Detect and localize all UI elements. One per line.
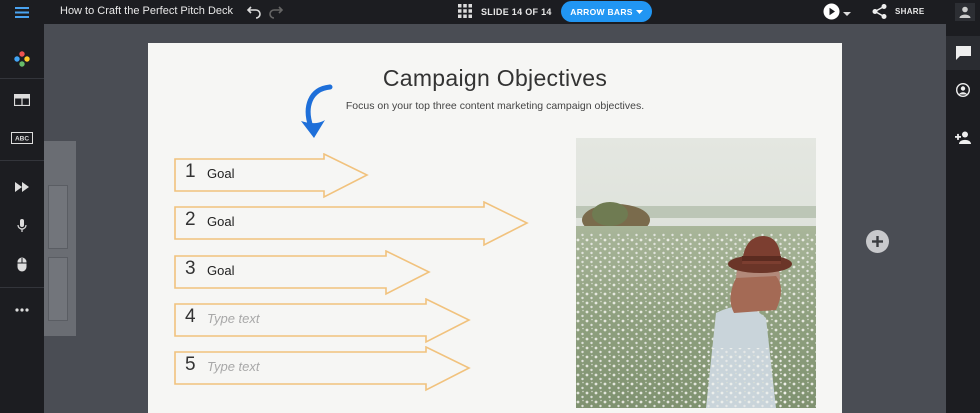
slide-canvas[interactable]: Campaign Objectives Focus on your top th… <box>148 43 842 413</box>
curved-arrow-icon[interactable] <box>298 81 334 145</box>
animation-button[interactable] <box>0 167 44 207</box>
present-button[interactable] <box>823 3 840 25</box>
goal-placeholder[interactable]: Type text <box>207 359 260 374</box>
template-dropdown-label: ARROW BARS <box>570 6 633 17</box>
goal-number: 5 <box>185 354 196 375</box>
invite-collaborator-button[interactable] <box>946 120 980 154</box>
grid-icon <box>458 4 472 18</box>
right-toolbar <box>946 24 980 413</box>
account-button[interactable] <box>946 73 980 107</box>
add-slide-button[interactable] <box>866 230 889 253</box>
field-photo[interactable] <box>576 138 816 408</box>
redo-button[interactable] <box>268 3 284 24</box>
share-button[interactable] <box>871 3 888 25</box>
microphone-icon <box>17 219 27 232</box>
layout-button[interactable] <box>0 80 44 120</box>
goal-placeholder[interactable]: Type text <box>207 311 260 326</box>
goal-arrow-3[interactable]: 3 Goal <box>174 249 432 301</box>
goal-arrow-4[interactable]: 4 Type text <box>174 297 472 349</box>
goal-arrow-5[interactable]: 5 Type text <box>174 345 472 397</box>
goal-arrow-1[interactable]: 1 Goal <box>174 152 370 204</box>
more-icon <box>15 308 29 312</box>
play-icon <box>823 3 840 20</box>
goal-label[interactable]: Goal <box>207 214 234 229</box>
goal-number: 2 <box>185 209 196 230</box>
slide-grid-button[interactable] <box>458 4 472 23</box>
text-button[interactable]: ABC <box>0 118 44 158</box>
caret-down-icon <box>843 12 851 16</box>
user-icon <box>959 6 971 18</box>
redo-icon <box>269 6 284 19</box>
mouse-icon <box>17 257 27 271</box>
slide-thumbnail[interactable] <box>48 257 68 321</box>
share-icon <box>872 4 887 19</box>
photo-illustration <box>576 138 816 408</box>
add-person-icon <box>954 131 971 144</box>
interaction-button[interactable] <box>0 244 44 284</box>
top-bar: How to Craft the Perfect Pitch Deck SLID… <box>0 0 980 24</box>
goal-number: 3 <box>185 258 196 279</box>
slide-subtitle[interactable]: Focus on your top three content marketin… <box>148 100 842 112</box>
left-toolbar: ABC <box>0 24 44 413</box>
more-options-button[interactable] <box>0 290 44 330</box>
palette-icon <box>14 51 30 67</box>
caret-down-icon <box>635 9 643 14</box>
animation-icon <box>15 182 29 192</box>
theme-button[interactable] <box>0 39 44 79</box>
template-dropdown-button[interactable]: ARROW BARS <box>561 1 652 22</box>
text-icon: ABC <box>11 132 33 144</box>
menu-button[interactable] <box>0 0 44 24</box>
comments-button[interactable] <box>946 36 980 70</box>
slide-thumbnail-panel[interactable] <box>44 141 76 336</box>
slide-title[interactable]: Campaign Objectives <box>148 65 842 92</box>
account-icon <box>956 83 970 97</box>
layout-icon <box>14 94 30 106</box>
goal-number: 4 <box>185 306 196 327</box>
undo-icon <box>246 6 261 19</box>
document-title[interactable]: How to Craft the Perfect Pitch Deck <box>60 5 233 17</box>
goal-label[interactable]: Goal <box>207 166 234 181</box>
arrow-bar-shape <box>174 152 369 199</box>
slide-counter: SLIDE 14 OF 14 <box>481 7 552 17</box>
undo-button[interactable] <box>246 3 262 24</box>
plus-icon <box>872 236 883 247</box>
comment-icon <box>955 46 971 60</box>
text-icon-label: ABC <box>15 136 29 143</box>
narration-button[interactable] <box>0 206 44 246</box>
share-label[interactable]: SHARE <box>895 7 925 16</box>
hamburger-icon <box>15 6 29 18</box>
goal-arrow-2[interactable]: 2 Goal <box>174 200 530 252</box>
goal-label[interactable]: Goal <box>207 263 234 278</box>
slide-thumbnail[interactable] <box>48 185 68 249</box>
present-options-button[interactable] <box>843 6 851 24</box>
user-menu-button[interactable] <box>955 3 975 21</box>
goal-number: 1 <box>185 161 196 182</box>
